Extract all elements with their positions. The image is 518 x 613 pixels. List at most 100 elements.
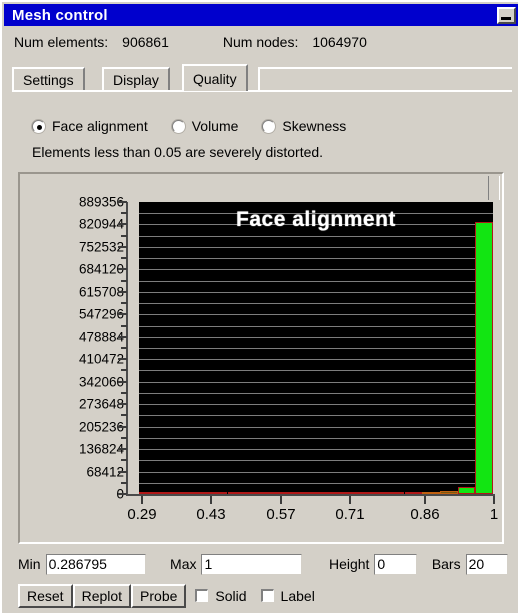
histogram-bar — [209, 492, 228, 494]
grid-line — [139, 359, 493, 360]
tab-quality-label: Quality — [193, 70, 237, 87]
grid-line — [139, 236, 493, 237]
tab-strip: Settings Display Quality — [12, 64, 512, 91]
x-tick — [210, 496, 212, 504]
x-tick-label: 0.86 — [410, 506, 440, 523]
min-input[interactable]: 0.286795 — [45, 553, 147, 575]
action-controls-row: Reset Replot Probe Solid Label — [18, 583, 508, 608]
grid-line — [139, 337, 493, 338]
replot-button[interactable]: Replot — [72, 583, 132, 608]
histogram-bar — [280, 492, 299, 494]
grid-line — [139, 427, 493, 428]
tab-settings[interactable]: Settings — [12, 67, 85, 91]
y-tick-major — [118, 313, 127, 316]
reset-button[interactable]: Reset — [18, 583, 73, 608]
y-tick-major — [118, 448, 127, 451]
histogram-bar — [227, 492, 246, 494]
x-tick-label: 0.43 — [196, 506, 226, 523]
label-checkbox[interactable] — [260, 589, 274, 602]
y-tick-minor — [121, 369, 127, 372]
y-tick-major — [118, 470, 127, 473]
minimize-button[interactable] — [497, 6, 516, 24]
radio-skewness[interactable]: Skewness — [262, 118, 346, 134]
grid-line — [139, 382, 493, 383]
x-tick-label: 0.71 — [335, 506, 365, 523]
y-tick-major — [118, 201, 127, 203]
histogram-plot-area[interactable]: Face alignment — [139, 202, 493, 494]
y-tick-major — [118, 380, 127, 383]
height-input[interactable]: 0 — [374, 553, 417, 575]
y-tick-minor — [121, 212, 127, 215]
y-tick-minor — [121, 302, 127, 305]
solid-checkbox[interactable] — [195, 589, 209, 602]
x-tick — [141, 496, 143, 504]
minimize-icon — [501, 16, 511, 20]
radio-skewness-label: Skewness — [282, 118, 347, 134]
chart-title: Face alignment — [236, 208, 396, 231]
grid-line — [139, 415, 493, 416]
y-tick-label: 342060 — [78, 374, 124, 390]
y-tick-minor — [121, 436, 127, 439]
y-tick-minor — [121, 459, 127, 462]
solid-checkbox-item[interactable]: Solid — [195, 588, 247, 604]
tab-quality[interactable]: Quality — [182, 64, 248, 91]
radio-skewness-indicator[interactable] — [262, 119, 276, 133]
bars-label: Bars — [431, 556, 461, 572]
y-tick-label: 273648 — [78, 396, 124, 412]
panel-scroll-cap[interactable] — [488, 176, 500, 200]
grid-line — [139, 269, 493, 270]
radio-face-alignment-indicator[interactable] — [32, 119, 45, 133]
histogram-bar — [245, 492, 263, 494]
y-tick-minor — [121, 414, 127, 417]
y-tick-label: 889356 — [78, 194, 124, 210]
label-label: Label — [280, 587, 315, 604]
y-tick-label: 478884 — [78, 329, 124, 345]
radio-face-alignment[interactable]: Face alignment — [32, 118, 148, 134]
grid-line — [139, 393, 493, 394]
range-controls-row: Min 0.286795 Max 1 Height 0 Bars 20 — [18, 552, 508, 576]
y-tick-label: 410472 — [78, 351, 124, 367]
radio-face-alignment-label: Face alignment — [52, 118, 148, 134]
y-tick-minor — [121, 234, 127, 237]
mesh-control-window: Mesh control Num elements: 906861 Num no… — [0, 0, 518, 613]
grid-line — [139, 314, 493, 315]
tab-display[interactable]: Display — [102, 67, 170, 91]
histogram-bar — [316, 492, 334, 494]
num-elements-value: 906861 — [122, 34, 169, 50]
y-tick-major — [118, 245, 127, 248]
y-tick-label: 136824 — [78, 441, 124, 457]
x-tick-label: 0.29 — [127, 506, 157, 523]
y-tick-label: 205236 — [78, 419, 124, 435]
y-tick-label: 0 — [24, 487, 124, 502]
max-input[interactable]: 1 — [201, 553, 302, 575]
min-label: Min — [18, 556, 41, 572]
radio-volume-indicator[interactable] — [171, 119, 185, 133]
grid-line — [139, 370, 493, 371]
bars-input[interactable]: 20 — [465, 553, 508, 575]
x-tick-label: 0.57 — [266, 506, 296, 523]
distortion-note: Elements less than 0.05 are severely dis… — [32, 144, 324, 160]
title-bar: Mesh control — [4, 4, 518, 26]
y-tick-minor — [121, 391, 127, 394]
radio-volume[interactable]: Volume — [171, 118, 238, 134]
y-tick-label: 820944 — [78, 216, 124, 232]
grid-line — [139, 303, 493, 304]
grid-line — [139, 281, 493, 282]
tab-settings-label: Settings — [23, 72, 74, 88]
histogram-bar — [192, 492, 210, 494]
grid-line — [139, 483, 493, 484]
y-tick-label: 752532 — [78, 239, 124, 255]
y-tick-major — [118, 223, 127, 226]
histogram-bar — [139, 492, 157, 494]
x-tick — [493, 496, 495, 504]
label-checkbox-item[interactable]: Label — [260, 587, 315, 604]
grid-line — [139, 292, 493, 293]
histogram-bar — [422, 492, 440, 494]
grid-line — [139, 258, 493, 259]
probe-button[interactable]: Probe — [131, 583, 187, 608]
y-tick-minor — [121, 279, 127, 282]
histogram-bar — [457, 486, 476, 494]
histogram-bar — [369, 492, 387, 494]
y-tick-major — [118, 403, 127, 406]
num-nodes-value: 1064970 — [312, 34, 367, 50]
